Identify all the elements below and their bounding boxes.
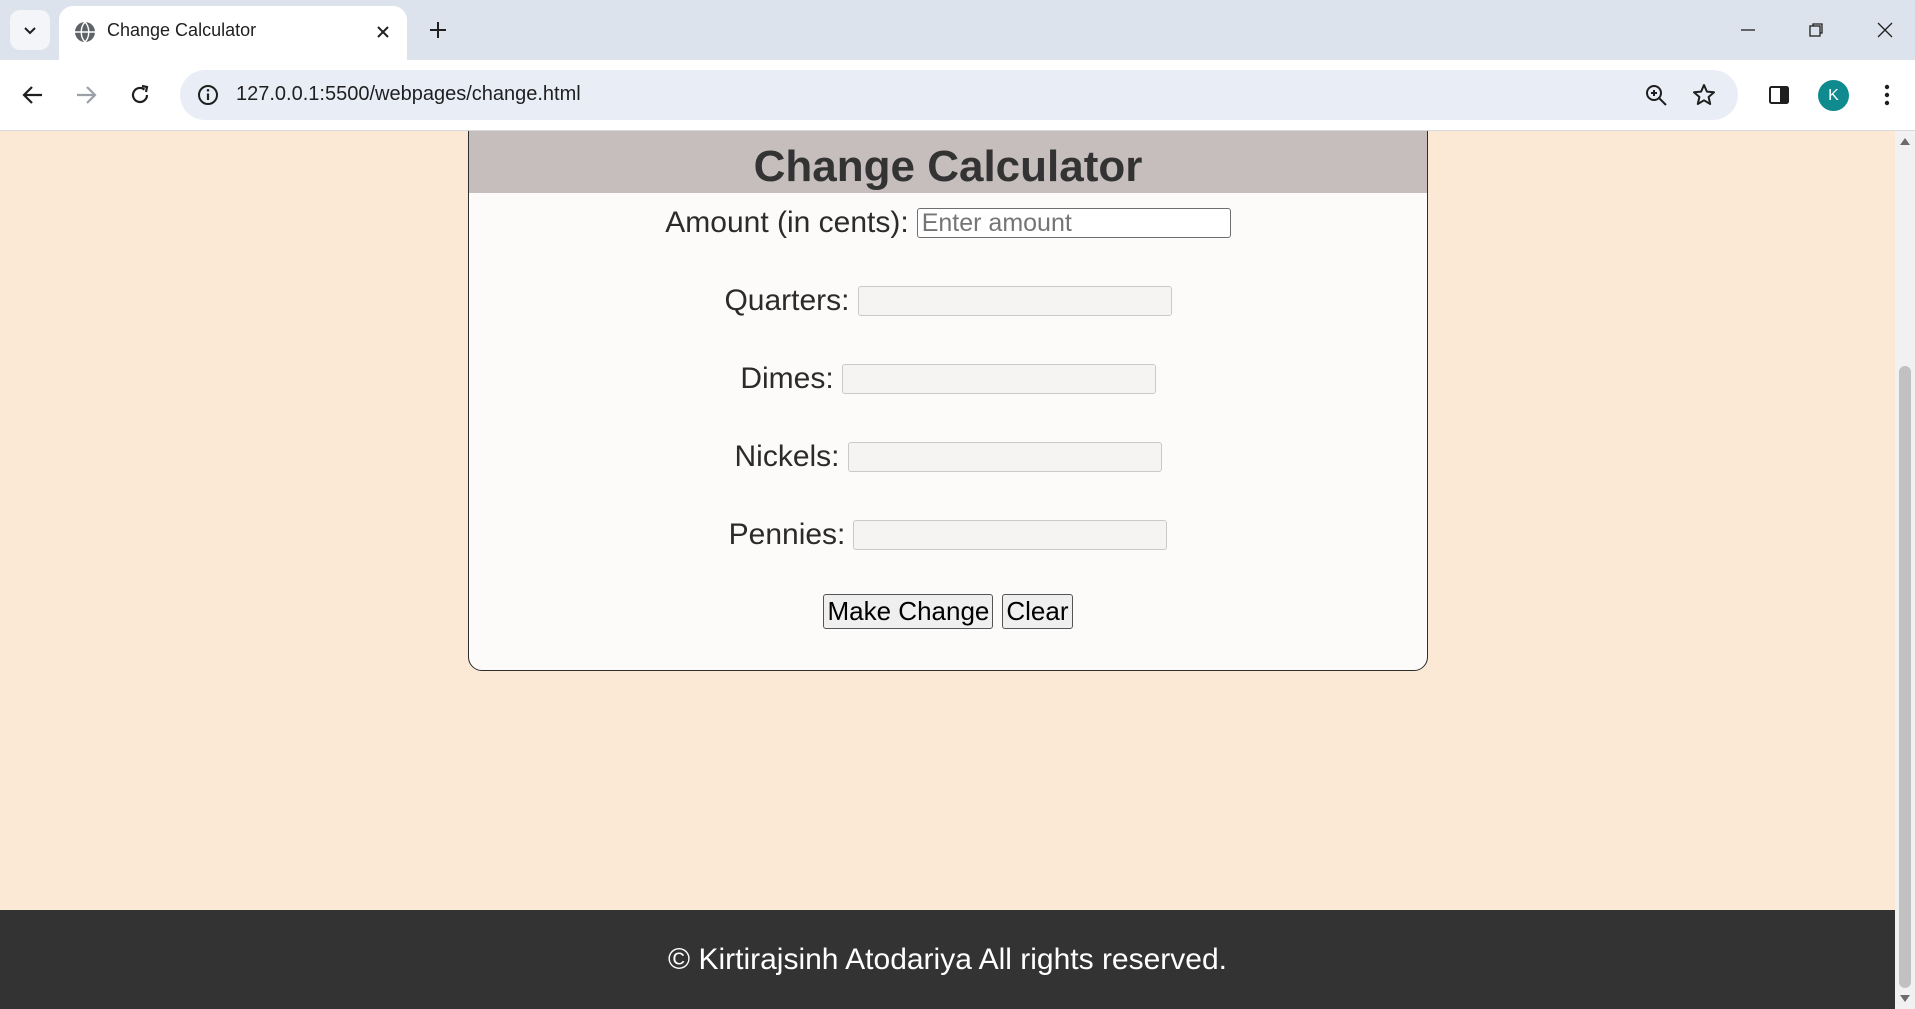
address-bar[interactable]: 127.0.0.1:5500/webpages/change.html (180, 70, 1738, 120)
arrow-left-icon (22, 86, 42, 104)
plus-icon (430, 22, 446, 38)
active-tab[interactable]: Change Calculator (59, 6, 407, 60)
dimes-output[interactable] (841, 364, 1156, 394)
bookmark-button[interactable] (1688, 79, 1720, 111)
minimize-button[interactable] (1724, 12, 1772, 48)
side-panel-button[interactable] (1758, 74, 1800, 116)
new-tab-button[interactable] (422, 14, 454, 46)
button-row: Make Change Clear (469, 594, 1427, 629)
clear-button[interactable]: Clear (1002, 594, 1073, 629)
zoom-icon (1646, 85, 1667, 106)
calculator-card: Change Calculator Amount (in cents): Qua… (468, 131, 1428, 671)
side-panel-icon (1769, 86, 1789, 104)
nickels-label: Nickels: (734, 440, 840, 473)
close-icon (1877, 22, 1893, 38)
restore-button[interactable] (1792, 12, 1840, 48)
scrollbar-thumb[interactable] (1899, 366, 1911, 988)
info-icon (198, 85, 218, 105)
restore-icon (1809, 23, 1823, 37)
zoom-button[interactable] (1640, 79, 1672, 111)
tab-strip: Change Calculator (0, 0, 1915, 60)
card-header: Change Calculator (469, 131, 1427, 193)
dimes-row: Dimes: (469, 359, 1427, 399)
quarters-label: Quarters: (724, 284, 850, 317)
tab-title: Change Calculator (107, 20, 257, 40)
amount-input[interactable] (916, 208, 1231, 238)
profile-avatar[interactable]: K (1818, 80, 1849, 111)
back-button[interactable] (12, 74, 54, 116)
menu-button[interactable] (1866, 74, 1908, 116)
nickels-output[interactable] (847, 442, 1162, 472)
quarters-row: Quarters: (469, 281, 1427, 321)
reload-button[interactable] (119, 74, 161, 116)
site-info-button[interactable] (192, 79, 224, 111)
make-change-button[interactable]: Make Change (823, 594, 994, 629)
chevron-down-icon (24, 27, 36, 35)
page-title: Change Calculator (753, 142, 1143, 191)
globe-icon (75, 21, 95, 43)
page-viewport: Change Calculator Amount (in cents): Qua… (0, 131, 1895, 1009)
dimes-label: Dimes: (740, 362, 834, 395)
amount-row: Amount (in cents): (469, 203, 1427, 243)
copyright-text: © Kirtirajsinh Atodariya All rights rese… (668, 943, 1227, 976)
reload-icon (131, 84, 149, 104)
star-icon (1693, 84, 1715, 105)
close-tab-button[interactable] (369, 18, 397, 46)
close-window-button[interactable] (1861, 12, 1909, 48)
more-vertical-icon (1884, 84, 1890, 106)
nickels-row: Nickels: (469, 437, 1427, 477)
pennies-row: Pennies: (469, 515, 1427, 555)
amount-label: Amount (in cents): (665, 206, 909, 239)
scroll-down-arrow-icon[interactable] (1900, 995, 1910, 1002)
vertical-scrollbar[interactable] (1895, 131, 1915, 1009)
pennies-label: Pennies: (728, 518, 846, 551)
forward-button[interactable] (65, 74, 107, 116)
pennies-output[interactable] (853, 520, 1168, 550)
tab-search-button[interactable] (10, 10, 50, 50)
quarters-output[interactable] (857, 286, 1172, 316)
scroll-up-arrow-icon[interactable] (1900, 138, 1910, 145)
minimize-icon (1741, 29, 1755, 31)
url-text: 127.0.0.1:5500/webpages/change.html (236, 83, 581, 105)
arrow-right-icon (77, 86, 97, 104)
close-icon (377, 26, 389, 38)
browser-toolbar: 127.0.0.1:5500/webpages/change.html K (0, 60, 1915, 131)
page-footer: © Kirtirajsinh Atodariya All rights rese… (0, 910, 1895, 1009)
